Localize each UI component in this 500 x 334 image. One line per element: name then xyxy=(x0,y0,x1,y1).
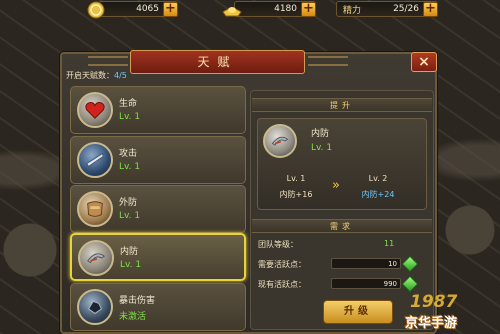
current-level: Lv. 1 xyxy=(286,174,306,183)
upgrade-skill-name: 内防 xyxy=(311,129,330,139)
coin-icon xyxy=(87,1,105,19)
talent-count: 开启天赋数：4/5 xyxy=(66,70,127,81)
title-ornament-left xyxy=(88,56,128,66)
coin-counter: 4065 + xyxy=(87,1,178,19)
add-coins-button[interactable]: + xyxy=(163,1,178,17)
shield-icon xyxy=(78,240,114,276)
skill-item-inner-defense[interactable]: 内防 Lv. 1 xyxy=(70,233,246,281)
team-level-value: 11 xyxy=(384,239,395,248)
close-button[interactable]: × xyxy=(411,52,437,72)
owned-points-label: 现有活跃点： xyxy=(258,280,306,289)
skill-level: Lv. 1 xyxy=(119,162,141,172)
skill-level: Lv. 1 xyxy=(120,260,142,270)
skill-name: 生命 xyxy=(119,99,138,109)
talent-count-value: 4/5 xyxy=(114,71,127,80)
skill-item-life[interactable]: 生命 Lv. 1 xyxy=(70,86,246,134)
team-level-label: 团队等级： xyxy=(258,240,298,249)
skill-item-outer-defense[interactable]: 外防 Lv. 1 xyxy=(70,185,246,233)
skill-name: 外防 xyxy=(119,198,138,208)
current-stat: 内防+16 xyxy=(279,190,313,199)
heart-icon xyxy=(77,92,113,128)
requirements-section-title: 需求 xyxy=(252,219,432,233)
watermark-number: 1987 xyxy=(410,292,458,312)
stamina-counter: 精力 25/26 + xyxy=(336,1,438,17)
skill-name: 攻击 xyxy=(119,149,138,159)
needed-points-label: 需要活跃点： xyxy=(258,260,306,269)
coin-value: 4065 xyxy=(136,4,159,14)
owned-points-value: 990 xyxy=(331,278,401,289)
watermark-text: 京华手游 xyxy=(405,316,458,331)
skill-name: 内防 xyxy=(120,247,139,257)
stamina-label: 精力 xyxy=(343,5,362,16)
skill-level: Lv. 1 xyxy=(119,211,141,221)
stamina-value: 25/26 xyxy=(393,4,419,14)
skill-name: 暴击伤害 xyxy=(119,296,156,306)
add-stamina-button[interactable]: + xyxy=(423,1,438,17)
skill-item-attack[interactable]: 攻击 Lv. 1 xyxy=(70,136,246,184)
skill-status: 未激活 xyxy=(119,312,147,322)
add-ingots-button[interactable]: + xyxy=(301,1,316,17)
upgrade-button[interactable]: 升级 xyxy=(323,300,393,324)
talent-count-label: 开启天赋数： xyxy=(66,71,114,80)
fist-strike-icon xyxy=(77,289,113,325)
skill-level: Lv. 1 xyxy=(119,112,141,122)
gold-ingot-icon xyxy=(222,7,242,17)
armor-icon xyxy=(77,191,113,227)
next-level: Lv. 2 xyxy=(368,174,388,183)
needed-points-value: 10 xyxy=(331,258,401,269)
window-title: 天赋 xyxy=(130,50,305,74)
ingot-value: 4180 xyxy=(274,4,297,14)
ingot-counter: 4180 + xyxy=(222,1,316,17)
upgrade-skill-level: Lv. 1 xyxy=(311,143,333,153)
resource-bar: 4065 + 4180 + 精力 25/26 + xyxy=(0,0,500,20)
title-ornament-right xyxy=(308,56,348,66)
upgrade-section-title: 提升 xyxy=(252,98,432,112)
next-stat: 内防+24 xyxy=(361,190,395,199)
double-arrow-icon: » xyxy=(332,178,340,193)
shield-icon xyxy=(263,124,297,158)
sword-icon xyxy=(77,142,113,178)
skill-item-crit-damage[interactable]: 暴击伤害 未激活 xyxy=(70,283,246,331)
